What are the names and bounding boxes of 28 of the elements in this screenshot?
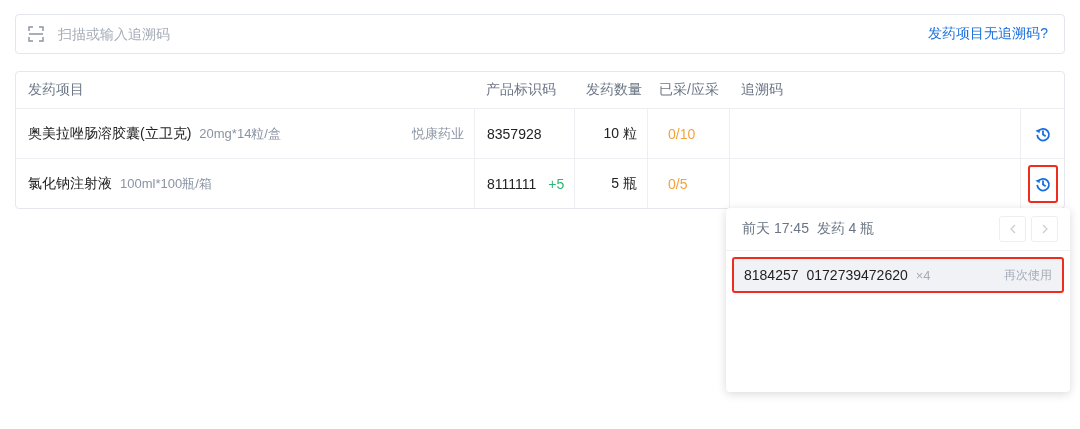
column-header: 追溯码 bbox=[741, 81, 783, 99]
code-count: ×4 bbox=[915, 267, 931, 283]
extra-count: +5 bbox=[548, 175, 565, 192]
scan-icon bbox=[28, 26, 44, 42]
column-header: 已采/应采 bbox=[659, 81, 719, 99]
column-header: 发药项目 bbox=[28, 81, 84, 99]
trace-code: 0172739472620 bbox=[806, 267, 908, 283]
product-code: 8357928 bbox=[487, 125, 542, 142]
chevron-right-icon bbox=[1041, 224, 1048, 234]
drug-spec: 100ml*100瓶/箱 bbox=[120, 174, 212, 193]
no-trace-code-link[interactable]: 发药项目无追溯码? bbox=[928, 25, 1048, 43]
popover-title: 前天 17:45 发药 4 瓶 bbox=[742, 220, 875, 238]
drug-spec: 20mg*14粒/盒 bbox=[199, 124, 281, 143]
product-code: 8111111 bbox=[487, 175, 537, 192]
manufacturer: 悦康药业 bbox=[412, 124, 464, 143]
product-code: 8184257 bbox=[744, 267, 799, 283]
collected-ratio: 0/5 bbox=[668, 175, 688, 192]
column-header: 产品标识码 bbox=[486, 81, 556, 99]
search-field[interactable]: 扫描或输入追溯码 发药项目无追溯码? bbox=[15, 14, 1065, 54]
drug-name: 奥美拉唑肠溶胶囊(立卫克) bbox=[28, 124, 192, 143]
history-entry[interactable]: 8184257 0172739472620 ×4 再次使用 bbox=[732, 257, 1064, 293]
drug-name: 氯化钠注射液 bbox=[28, 174, 112, 193]
dispense-quantity: 10 粒 bbox=[603, 124, 637, 143]
dispense-quantity: 5 瓶 bbox=[611, 174, 637, 193]
collected-ratio: 0/10 bbox=[668, 125, 696, 142]
column-header: 发药数量 bbox=[586, 81, 642, 99]
chevron-left-icon bbox=[1009, 224, 1016, 234]
history-button[interactable] bbox=[1027, 164, 1058, 203]
